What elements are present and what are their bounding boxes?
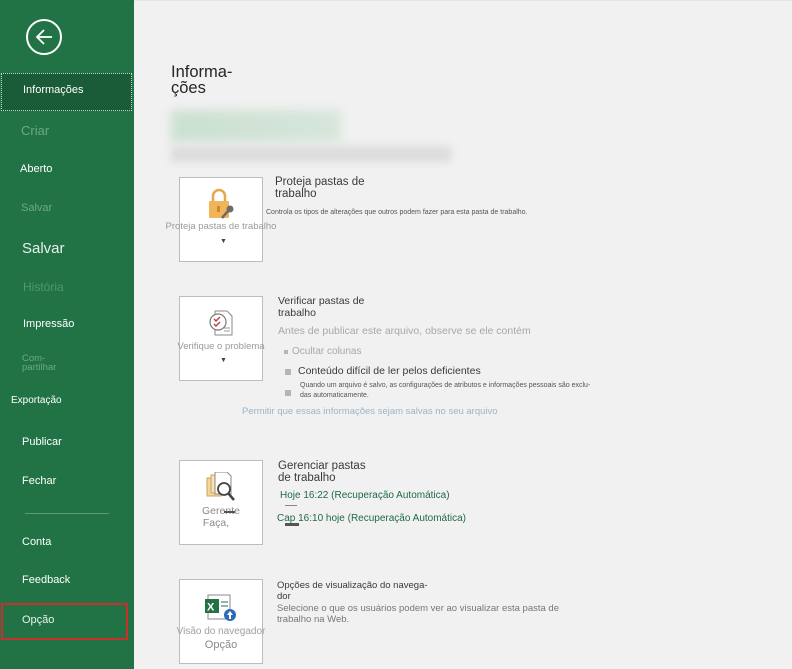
manage-versions-icon — [206, 472, 235, 501]
manage-title-line1: Gerenciar pastas — [278, 460, 366, 472]
sidebar-divider — [25, 513, 109, 514]
protect-title: Proteja pastas de trabalho — [275, 176, 365, 200]
version-separator — [285, 505, 297, 506]
nav-exportacao[interactable]: Exportação — [11, 395, 62, 406]
svg-text:X: X — [207, 602, 215, 614]
back-button[interactable] — [26, 19, 62, 55]
lock-key-icon — [209, 188, 234, 219]
inspect-title: Verificar pastas de trabalho — [278, 295, 365, 319]
page-title-line1: Informa- — [171, 63, 233, 81]
inspect-title-line1: Verificar pastas de — [278, 295, 365, 307]
browser-description-line1: Selecione o que os usuários podem ver ao… — [277, 603, 560, 614]
protect-tile-label: Proteja pastas de trabalho — [165, 221, 277, 232]
inspect-item-personal-info-line1: Quando um arquivo é salvo, as configuraç… — [300, 382, 591, 389]
inspect-item-personal-info-line2: das automaticamente. — [300, 392, 369, 399]
inspect-document-icon — [209, 310, 233, 336]
backstage-sidebar: Informações Criar Aberto Salvar Salvar H… — [0, 0, 134, 669]
nav-publicar[interactable]: Publicar — [22, 436, 62, 448]
back-arrow-icon — [35, 29, 52, 45]
nav-feedback[interactable]: Feedback — [22, 574, 70, 586]
browser-tile-label-2: Opção — [204, 639, 238, 651]
inspect-item-hidden-columns: Ocultar colunas — [292, 346, 362, 357]
dropdown-indicator — [224, 511, 235, 513]
protect-description: Controla os tipos de alterações que outr… — [266, 209, 528, 216]
blurred-location — [171, 146, 451, 162]
file-path-blurred — [171, 110, 451, 165]
nav-conta[interactable]: Conta — [22, 536, 51, 548]
manage-tile-label-1: Gerente — [202, 505, 240, 517]
dropdown-caret-icon: ▼ — [220, 238, 227, 245]
inspect-title-line2: trabalho — [278, 306, 316, 319]
bullet-icon — [285, 369, 291, 375]
nav-salvar[interactable]: Salvar — [22, 240, 65, 257]
excel-browser-icon: X — [205, 594, 236, 621]
nav-aberto[interactable]: Aberto — [20, 163, 52, 175]
top-divider — [134, 0, 792, 1]
page-title-line2: ções — [171, 79, 206, 97]
check-issues-button[interactable]: Verifique o problema ▼ — [177, 296, 265, 381]
browser-description: Selecione o que os usuários podem ver ao… — [277, 603, 559, 625]
version-autorecover-1622[interactable]: Hoje 16:22 (Recuperação Automática) — [280, 490, 450, 501]
allow-save-info-link[interactable]: Permitir que essas informações sejam sal… — [242, 406, 498, 417]
nav-opcao[interactable]: Opção — [1, 603, 128, 640]
nav-impressao[interactable]: Impressão — [23, 318, 74, 330]
manage-tile-label-2: Faça, — [202, 517, 230, 529]
browser-title-line2: dor — [277, 591, 291, 602]
nav-informacoes[interactable]: Informações — [1, 73, 132, 111]
bullet-icon — [284, 350, 288, 354]
manage-title: Gerenciar pastas de trabalho — [278, 460, 366, 484]
inspect-intro: Antes de publicar este arquivo, observe … — [278, 325, 531, 337]
protect-workbook-button[interactable]: Proteja pastas de trabalho ▼ — [166, 177, 276, 262]
protect-title-line2: trabalho — [275, 188, 317, 200]
nav-historia[interactable]: História — [23, 280, 64, 294]
protect-title-line1: Proteja pastas de — [275, 176, 365, 188]
version-autorecover-1610[interactable]: Cap 16:10 hoje (Recuperação Automática) — [277, 513, 466, 524]
page-title: Informa- ções — [171, 63, 261, 97]
browser-description-line2: trabalho na Web. — [277, 614, 350, 625]
version-indicator — [285, 523, 299, 526]
nav-compartilhar-line2[interactable]: partilhar — [22, 363, 56, 373]
nav-criar[interactable]: Criar — [21, 123, 49, 138]
nav-fechar[interactable]: Fechar — [22, 475, 56, 487]
browser-view-options-button[interactable]: X Visão do navegador Opção — [177, 579, 265, 664]
manage-title-line2: de trabalho — [278, 472, 336, 484]
blurred-filename — [171, 110, 341, 142]
browser-title: Opções de visualização do navega- dor — [277, 580, 428, 602]
dropdown-caret-icon: ▼ — [220, 357, 227, 364]
manage-workbook-button[interactable]: Gerente Faça, — [179, 460, 263, 545]
browser-tile-label-1: Visão do navegador — [176, 626, 266, 637]
browser-title-line1: Opções de visualização do navega- — [277, 580, 428, 591]
nav-salvar-disabled[interactable]: Salvar — [21, 202, 52, 214]
bullet-icon — [285, 390, 291, 396]
inspect-tile-label: Verifique o problema — [177, 341, 265, 352]
inspect-item-accessibility: Conteúdo difícil de ler pelos deficiente… — [298, 365, 481, 377]
